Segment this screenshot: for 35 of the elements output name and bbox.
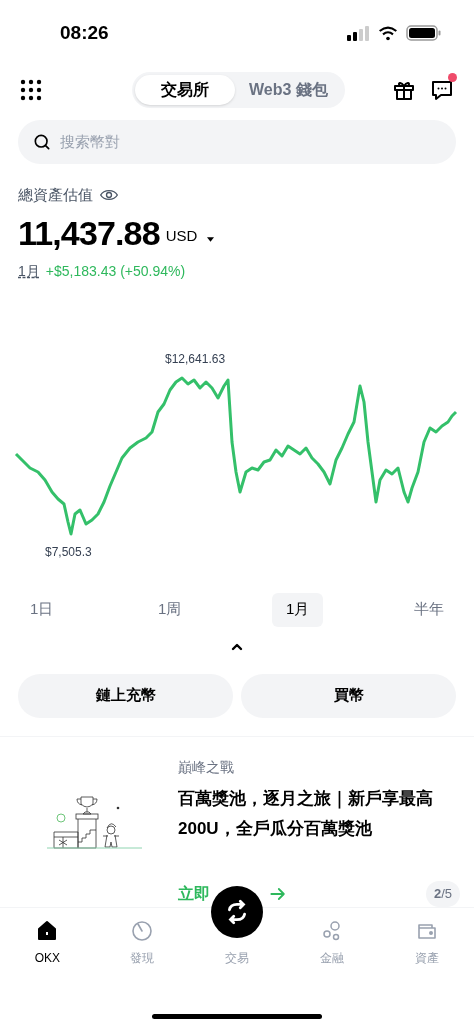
action-button[interactable]: 鏈上充幣 xyxy=(18,673,233,718)
chevron-up-icon xyxy=(230,641,244,652)
nav-tab[interactable]: 發現 xyxy=(94,915,190,967)
status-time: 08:26 xyxy=(60,20,109,45)
period-tab[interactable]: 1月 xyxy=(272,592,324,627)
low-price-label: $7,505.3 xyxy=(45,543,92,561)
header-tab[interactable]: 交易所 xyxy=(135,75,235,105)
caret-down-icon xyxy=(207,236,215,242)
chat-icon[interactable] xyxy=(430,78,454,102)
banner-title: 百萬獎池，逐月之旅｜新戶享最高200U，全戶瓜分百萬獎池 xyxy=(178,787,434,840)
currency-selector[interactable]: USD xyxy=(165,225,198,248)
wifi-icon xyxy=(378,25,398,41)
search-field[interactable]: 搜索幣對 xyxy=(18,120,456,164)
period-tab[interactable]: 1日 xyxy=(16,592,68,627)
header-tab[interactable]: Web3 錢包 xyxy=(235,75,342,105)
banner-category: 巔峰之戰 xyxy=(178,757,235,777)
nav-tab[interactable]: 資產 xyxy=(379,915,474,967)
period-label: 1月 xyxy=(18,261,40,281)
search-input[interactable]: 搜索幣對 xyxy=(60,130,442,154)
apps-grid-icon[interactable] xyxy=(20,79,42,101)
period-tab[interactable]: 半年 xyxy=(400,592,458,627)
nav-tab[interactable]: OKX xyxy=(0,915,95,967)
asset-value: 11,437.88 xyxy=(18,212,160,254)
timer-icon xyxy=(130,919,155,943)
battery-icon xyxy=(406,24,442,42)
signal-icon xyxy=(346,25,370,41)
assets-label: 總資產估值 xyxy=(18,185,93,205)
search-icon xyxy=(32,132,52,152)
trade-tab[interactable]: 交易 xyxy=(211,885,263,976)
action-button[interactable]: 買幣 xyxy=(241,673,456,718)
period-tab[interactable]: 1周 xyxy=(144,592,196,627)
banner-pager: 2/5 xyxy=(425,881,460,907)
asset-change: +$5,183.43 (+50.94%) xyxy=(45,261,186,281)
high-price-label: $12,641.63 xyxy=(165,350,226,368)
nav-tab[interactable]: 金融 xyxy=(284,915,380,967)
